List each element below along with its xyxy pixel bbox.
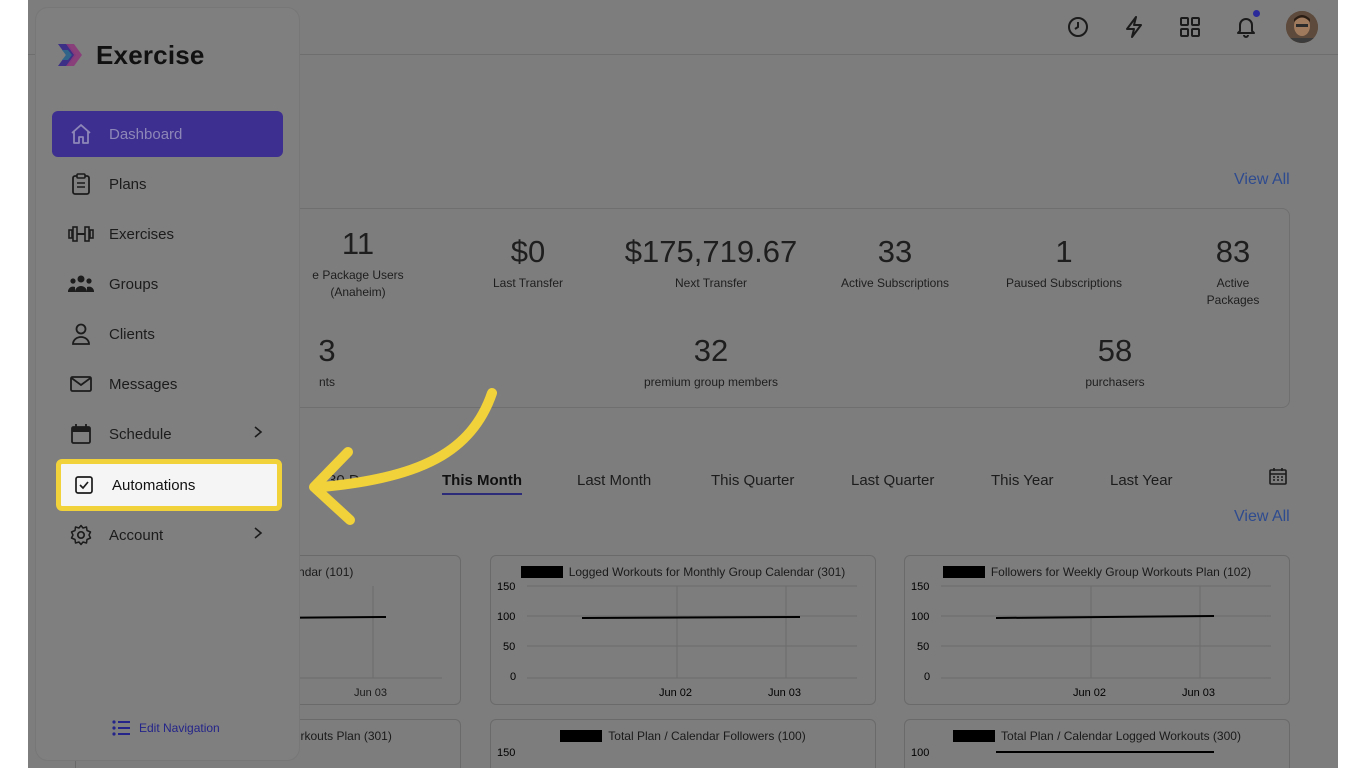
brand-name: Exercise xyxy=(96,40,205,70)
history-icon[interactable] xyxy=(1064,13,1092,41)
notification-dot xyxy=(1253,10,1260,17)
sidebar-item-schedule[interactable]: Schedule xyxy=(52,411,283,457)
bell-icon[interactable] xyxy=(1232,10,1260,41)
checkbox-icon xyxy=(71,472,97,498)
sidebar-item-label: Automations xyxy=(112,476,196,494)
stat-purchasers: 58 purchasers xyxy=(1085,333,1145,390)
users-icon xyxy=(68,271,94,297)
chart-card[interactable]: Logged Workouts for Monthly Group Calend… xyxy=(490,555,876,705)
sidebar-item-account[interactable]: Account xyxy=(52,512,283,558)
brand-logo-icon xyxy=(56,40,86,70)
sidebar: Exercise Dashboard Plans Exercises Group… xyxy=(36,8,299,760)
chevron-right-icon xyxy=(253,526,263,544)
sidebar-item-label: Schedule xyxy=(109,425,172,443)
sidebar-item-automations[interactable]: Automations xyxy=(56,459,282,511)
sidebar-item-messages[interactable]: Messages xyxy=(52,361,283,407)
y-tick-label: 100 xyxy=(497,611,516,623)
chart-card[interactable]: Followers for Weekly Group Workouts Plan… xyxy=(904,555,1290,705)
tab-this-year[interactable]: This Year xyxy=(991,472,1054,489)
y-tick-label: 150 xyxy=(497,581,516,593)
stat-package-users: 11 e Package Users (Anaheim) xyxy=(312,226,404,300)
tab-last-year[interactable]: Last Year xyxy=(1110,472,1173,489)
chart-plot xyxy=(941,585,1271,679)
bolt-icon[interactable] xyxy=(1120,13,1148,41)
gear-icon xyxy=(68,522,94,548)
chevron-right-icon xyxy=(253,425,263,443)
sidebar-item-label: Exercises xyxy=(109,225,175,243)
y-tick-label: 100 xyxy=(911,611,930,623)
chart-plot xyxy=(527,585,857,679)
sidebar-item-exercises[interactable]: Exercises xyxy=(52,211,283,257)
avatar[interactable] xyxy=(1286,11,1318,43)
tab-this-quarter[interactable]: This Quarter xyxy=(711,472,794,489)
redaction-block xyxy=(560,730,603,742)
y-tick-label: 50 xyxy=(503,641,516,653)
y-tick-label: 50 xyxy=(917,641,930,653)
sidebar-item-label: Messages xyxy=(109,375,178,393)
stat-premium-group-members: 32 premium group members xyxy=(643,333,779,390)
calendar-icon[interactable] xyxy=(1268,466,1288,491)
apps-grid-icon[interactable] xyxy=(1176,13,1204,41)
sidebar-item-groups[interactable]: Groups xyxy=(52,261,283,307)
sidebar-item-plans[interactable]: Plans xyxy=(52,161,283,207)
y-tick-label: 0 xyxy=(924,671,931,683)
chart-plot xyxy=(996,751,1214,753)
y-tick-label: 150 xyxy=(497,747,516,759)
chart-card[interactable]: Total Plan / Calendar Logged Workouts (3… xyxy=(904,719,1290,768)
series-line xyxy=(581,616,801,619)
stat-paused-subscriptions: 1 Paused Subscriptions xyxy=(1005,234,1123,291)
edit-navigation-label: Edit Navigation xyxy=(139,721,220,735)
stat-clients: 3 nts xyxy=(318,333,336,390)
sidebar-item-clients[interactable]: Clients xyxy=(52,311,283,357)
y-tick-label: 150 xyxy=(911,581,930,593)
x-tick-label: Jun 02 xyxy=(1073,687,1107,699)
sidebar-item-label: Account xyxy=(109,526,164,544)
view-all-link[interactable]: View All xyxy=(1234,171,1290,189)
sidebar-item-label: Clients xyxy=(109,325,155,343)
view-all-charts-link[interactable]: View All xyxy=(1234,508,1290,526)
sidebar-item-label: Plans xyxy=(109,175,147,193)
calendar-icon xyxy=(68,421,94,447)
tab-last-month[interactable]: Last Month xyxy=(577,472,651,489)
sidebar-item-dashboard[interactable]: Dashboard xyxy=(52,111,283,157)
mail-icon xyxy=(68,371,94,397)
user-icon xyxy=(68,321,94,347)
tab-30-days[interactable]: 30 Da xyxy=(328,472,368,489)
x-tick-label: Jun 02 xyxy=(659,687,693,699)
dumbbell-icon xyxy=(68,221,94,247)
stats-card: 11 e Package Users (Anaheim) $0 Last Tra… xyxy=(238,208,1290,408)
x-tick-label: Jun 03 xyxy=(768,687,802,699)
y-tick-label: 0 xyxy=(510,671,517,683)
chart-title: Total Plan / Calendar Followers (100) xyxy=(491,729,875,743)
tab-this-month[interactable]: This Month xyxy=(442,472,522,495)
home-icon xyxy=(68,121,94,147)
edit-navigation-button[interactable]: Edit Navigation xyxy=(112,720,220,736)
x-tick-label: Jun 03 xyxy=(1182,687,1216,699)
tab-last-quarter[interactable]: Last Quarter xyxy=(851,472,934,489)
x-tick-label: Jun 03 xyxy=(354,687,388,699)
stat-next-transfer: $175,719.67 Next Transfer xyxy=(624,234,798,291)
sidebar-item-label: Dashboard xyxy=(109,125,183,143)
list-icon xyxy=(112,720,130,736)
stat-active-subscriptions: 33 Active Subscriptions xyxy=(840,234,950,291)
stat-last-transfer: $0 Last Transfer xyxy=(492,234,564,291)
chart-card[interactable]: Total Plan / Calendar Followers (100) 15… xyxy=(490,719,876,768)
clipboard-icon xyxy=(68,171,94,197)
y-tick-label: 100 xyxy=(911,747,930,759)
sidebar-item-label: Groups xyxy=(109,275,159,293)
stat-active-packages: 83 Active Packages xyxy=(1206,234,1260,308)
